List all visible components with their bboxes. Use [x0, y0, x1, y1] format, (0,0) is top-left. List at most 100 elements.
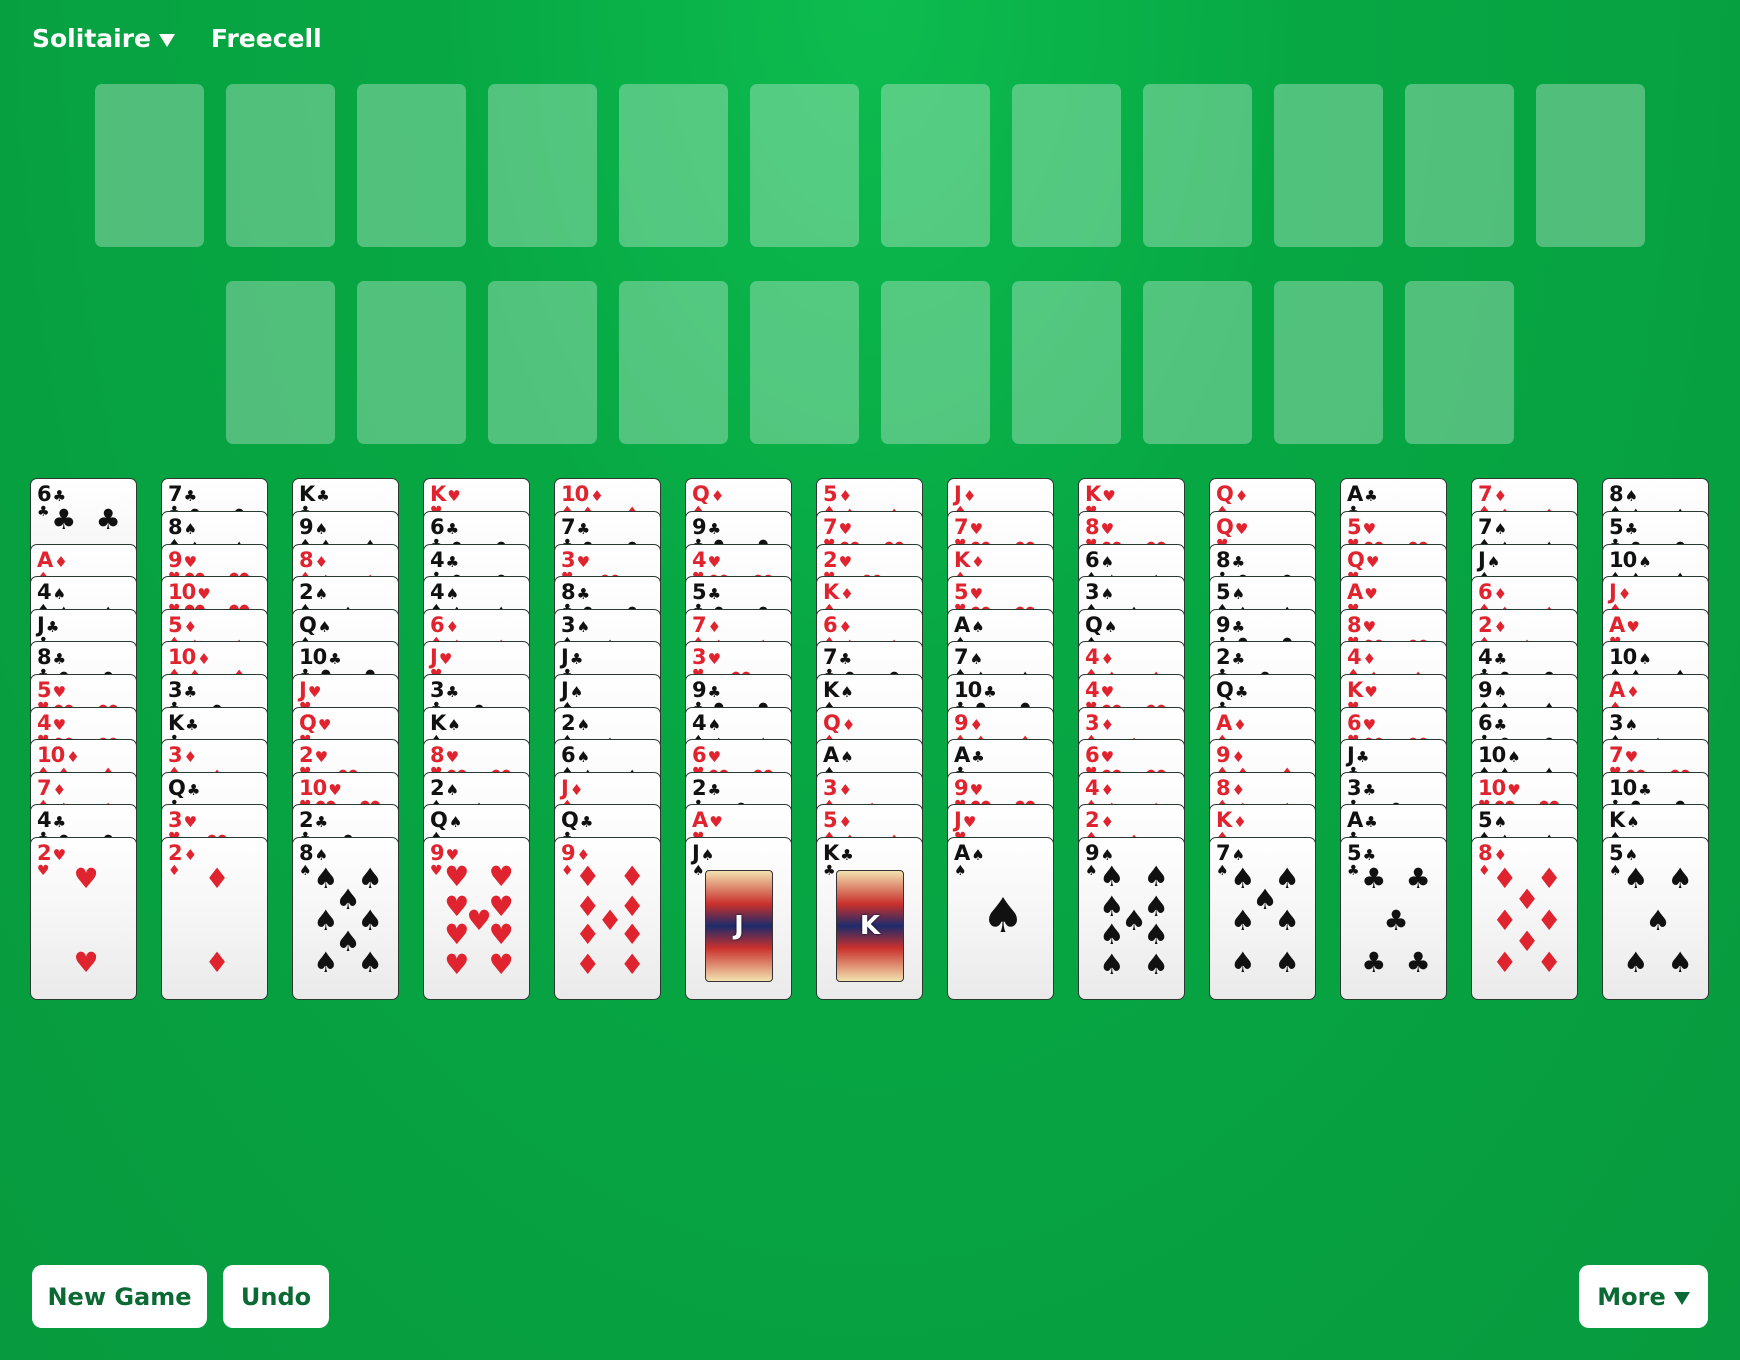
card-rank: 6 — [692, 743, 707, 767]
card-rank: K — [954, 548, 970, 572]
card-pips: ♠ ♠ ♠ ♠ ♠ — [1621, 865, 1695, 979]
spade-icon: ♠ — [1645, 904, 1671, 937]
spade-icon: ♠ — [1099, 948, 1125, 981]
card-rank: 6 — [1085, 743, 1100, 767]
heart-icon: ♥ — [707, 650, 722, 668]
card-rank: 9 — [299, 515, 314, 539]
card-jack-of-spades[interactable]: J♠♠J — [685, 837, 792, 1000]
spade-icon: ♠ — [1274, 862, 1300, 896]
card-slot[interactable] — [488, 84, 597, 247]
club-icon: ♣ — [183, 683, 198, 701]
card-rank: 5 — [1609, 515, 1624, 539]
card-slot[interactable] — [95, 84, 204, 247]
card-rank: 3 — [1609, 711, 1624, 735]
diamond-icon: ♦ — [1536, 904, 1562, 937]
spade-icon: ♠ — [1085, 863, 1098, 879]
card-slot[interactable] — [1143, 84, 1252, 247]
game-name[interactable]: Freecell — [211, 24, 322, 53]
card-5-of-spades[interactable]: 5♠♠♠♠♠♠♠ — [1602, 837, 1709, 1000]
card-slot[interactable] — [357, 84, 466, 247]
card-9-of-hearts[interactable]: 9♥♥♥♥♥♥♥♥♥♥♥ — [423, 837, 530, 1000]
card-slot[interactable] — [1274, 84, 1383, 247]
card-rank: A — [823, 743, 839, 767]
card-king-of-clubs[interactable]: K♣♣K — [816, 837, 923, 1000]
spade-icon: ♠ — [317, 618, 332, 636]
card-slot[interactable] — [619, 84, 728, 247]
diamond-icon: ♦ — [561, 863, 574, 879]
card-slot[interactable] — [619, 281, 728, 444]
diamond-icon: ♦ — [1536, 862, 1562, 896]
card-9-of-spades[interactable]: 9♠♠♠♠♠♠♠♠♠♠♠ — [1078, 837, 1185, 1000]
club-icon: ♣ — [1231, 650, 1246, 668]
card-2-of-hearts[interactable]: 2♥♥♥♥ — [30, 837, 137, 1000]
spade-icon: ♠ — [357, 945, 383, 979]
card-rank: 9 — [168, 548, 183, 572]
card-slot[interactable] — [1012, 281, 1121, 444]
card-pips: ♠♠♠♠♠♠♠♠ — [311, 865, 385, 979]
undo-button[interactable]: Undo — [223, 1265, 329, 1328]
card-rank: 2 — [168, 841, 183, 865]
new-game-button[interactable]: New Game — [32, 1265, 207, 1328]
card-slot[interactable] — [226, 84, 335, 247]
card-slot[interactable] — [357, 281, 466, 444]
card-2-of-diamonds[interactable]: 2♦♦♦♦ — [161, 837, 268, 1000]
card-slot[interactable] — [1405, 84, 1514, 247]
diamond-icon: ♦ — [168, 863, 181, 879]
heart-icon: ♥ — [37, 863, 50, 879]
spade-icon: ♠ — [1099, 918, 1125, 952]
card-slot[interactable] — [881, 281, 990, 444]
card-rank: A — [692, 808, 708, 832]
card-rank: 8 — [561, 580, 576, 604]
spade-icon: ♠ — [692, 863, 705, 879]
diamond-icon: ♦ — [54, 553, 68, 571]
card-rank: 4 — [1085, 645, 1100, 669]
card-slot[interactable] — [488, 281, 597, 444]
card-slot[interactable] — [750, 281, 859, 444]
card-9-of-diamonds[interactable]: 9♦♦♦♦♦♦♦♦♦♦♦ — [554, 837, 661, 1000]
game-menu-label: Solitaire — [32, 24, 151, 53]
card-7-of-spades[interactable]: 7♠♠♠♠♠♠♠♠♠ — [1209, 837, 1316, 1000]
diamond-icon: ♦ — [1100, 813, 1115, 831]
card-rank: Q — [1216, 482, 1234, 506]
card-rank: 4 — [37, 580, 52, 604]
card-5-of-clubs[interactable]: 5♣♣♣♣♣♣♣ — [1340, 837, 1447, 1000]
club-icon: ♣ — [1364, 487, 1378, 505]
card-rank: 2 — [561, 711, 576, 735]
game-menu-dropdown[interactable]: Solitaire — [32, 24, 175, 53]
card-rank: 8 — [1609, 482, 1624, 506]
card-slot[interactable] — [1143, 281, 1252, 444]
card-rank: A — [954, 743, 970, 767]
card-rank: 5 — [823, 482, 838, 506]
more-button[interactable]: More — [1579, 1265, 1708, 1328]
card-slot[interactable] — [226, 281, 335, 444]
card-slot[interactable] — [1012, 84, 1121, 247]
spade-icon: ♠ — [1667, 945, 1693, 979]
card-slot[interactable] — [750, 84, 859, 247]
diamond-icon: ♦ — [1100, 716, 1115, 734]
card-rank: K — [823, 678, 839, 702]
diamond-icon: ♦ — [838, 781, 853, 799]
diamond-icon: ♦ — [204, 945, 230, 979]
club-icon: ♣ — [1347, 863, 1360, 879]
diamond-icon: ♦ — [971, 553, 985, 571]
card-rank: 4 — [37, 808, 52, 832]
card-rank: 6 — [37, 482, 52, 506]
card-8-of-diamonds[interactable]: 8♦♦♦♦♦♦♦♦♦♦ — [1471, 837, 1578, 1000]
card-slot[interactable] — [1405, 281, 1514, 444]
diamond-icon: ♦ — [619, 948, 645, 981]
diamond-icon: ♦ — [575, 860, 601, 893]
club-icon: ♣ — [95, 503, 121, 537]
card-slot[interactable] — [881, 84, 990, 247]
card-8-of-spades[interactable]: 8♠♠♠♠♠♠♠♠♠♠ — [292, 837, 399, 1000]
card-ace-of-spades[interactable]: A♠♠♠ — [947, 837, 1054, 1000]
card-rank: 7 — [692, 613, 707, 637]
heart-icon: ♥ — [430, 863, 443, 879]
card-rank: 6 — [823, 613, 838, 637]
card-rank: K — [168, 711, 184, 735]
card-rank: 8 — [37, 645, 52, 669]
diamond-icon: ♦ — [1234, 487, 1249, 505]
card-slot[interactable] — [1536, 84, 1645, 247]
card-rank: Q — [692, 482, 710, 506]
card-slot[interactable] — [1274, 281, 1383, 444]
card-rank: 5 — [1347, 515, 1362, 539]
